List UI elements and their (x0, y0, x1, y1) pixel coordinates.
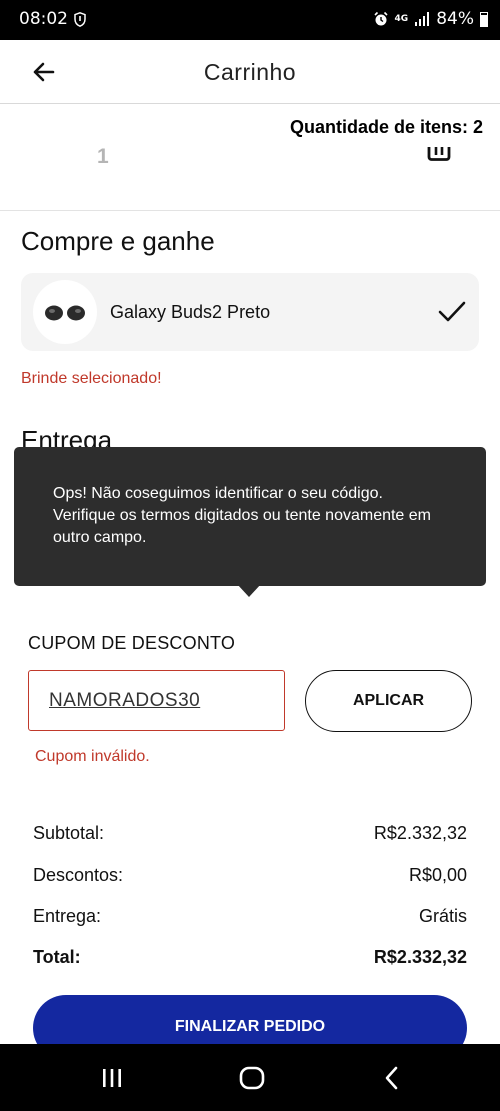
coupon-label: CUPOM DE DESCONTO (28, 633, 236, 653)
coupon-input-value: NAMORADOS30 (49, 690, 201, 711)
home-icon[interactable] (236, 1062, 268, 1094)
gift-selected-message: Brinde selecionado! (21, 370, 162, 387)
battery-icon (480, 11, 488, 27)
signal-icon (415, 12, 430, 26)
discounts-label: Descontos: (33, 865, 124, 885)
total-label: Total: (33, 947, 81, 967)
apply-coupon-button[interactable]: APLICAR (305, 670, 472, 732)
status-right: 4G 84% (373, 9, 488, 29)
recents-icon[interactable] (96, 1062, 128, 1094)
summary-subtotal-row: Subtotal: R$2.332,32 (33, 823, 467, 847)
network-type: 4G (394, 13, 409, 24)
cart-quantity-row: Quantidade de itens: 2 1 (0, 105, 500, 211)
alarm-icon (373, 11, 388, 26)
delivery-value: Grátis (418, 906, 467, 926)
coupon-error-message: Cupom inválido. (35, 748, 150, 765)
status-time: 08:02 (19, 9, 68, 29)
total-value: R$2.332,32 (373, 947, 467, 967)
tooltip-arrow (237, 584, 261, 597)
check-icon (438, 301, 466, 322)
subtotal-value: R$2.332,32 (373, 823, 467, 843)
gift-section-title: Compre e ganhe (21, 226, 215, 256)
gift-product-name: Galaxy Buds2 Preto (110, 302, 271, 322)
coupon-input[interactable]: NAMORADOS30 (28, 670, 285, 731)
summary-discounts-row: Descontos: R$0,00 (33, 865, 467, 889)
delivery-label: Entrega: (33, 906, 102, 926)
gift-option-card[interactable]: Galaxy Buds2 Preto (21, 273, 479, 351)
nav-back-icon[interactable] (376, 1062, 408, 1094)
summary-delivery-row: Entrega: Grátis (33, 906, 467, 930)
battery-percent: 84% (436, 9, 474, 29)
system-nav-bar (0, 1044, 500, 1111)
product-thumbnail (33, 280, 97, 344)
discounts-value: R$0,00 (408, 865, 467, 885)
status-bar: 08:02 4G 84% (0, 0, 500, 40)
summary-total-row: Total: R$2.332,32 (33, 947, 467, 971)
subtotal-label: Subtotal: (33, 823, 105, 843)
earbuds-image (45, 305, 85, 321)
item-quantity-value: 1 (97, 145, 109, 168)
items-quantity-label: Quantidade de itens: 2 (289, 117, 483, 137)
page-title: Carrinho (203, 59, 297, 85)
tooltip-message: Ops! Não coseguimos identificar o seu có… (53, 485, 431, 546)
trash-icon[interactable] (427, 146, 451, 168)
app-bar: Carrinho (0, 40, 500, 104)
cart-page: 08:02 4G 84% Carrinho Quantidade de iten… (0, 0, 500, 1111)
shield-icon (74, 12, 86, 27)
error-tooltip: Ops! Não coseguimos identificar o seu có… (14, 447, 486, 586)
